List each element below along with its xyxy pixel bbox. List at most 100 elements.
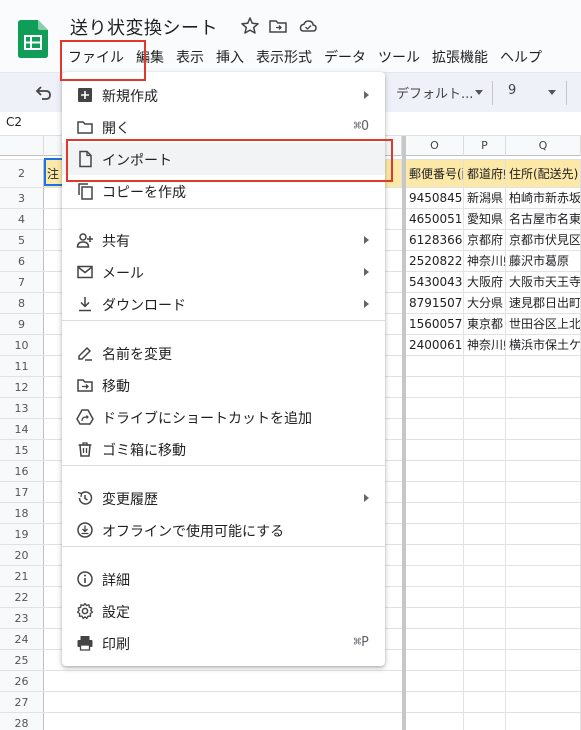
cell-o[interactable]	[406, 587, 464, 607]
cell-o[interactable]: 5430043	[406, 272, 464, 292]
cell-q[interactable]	[506, 671, 581, 691]
cell-q[interactable]	[506, 608, 581, 628]
row-number[interactable]: 26	[0, 671, 44, 691]
cell-p[interactable]	[464, 419, 506, 439]
menu-format[interactable]: 表示形式	[250, 44, 318, 68]
cell-p[interactable]	[464, 692, 506, 712]
row-number[interactable]: 12	[0, 377, 44, 397]
cell-q[interactable]: 京都市伏見区	[506, 230, 581, 250]
menu-item-share[interactable]: 共有	[62, 224, 385, 256]
header-cell-o[interactable]: 郵便番号(配	[406, 160, 464, 187]
cell-q[interactable]	[506, 692, 581, 712]
cell-o[interactable]	[406, 608, 464, 628]
cell-p[interactable]	[464, 503, 506, 523]
row-number[interactable]: 24	[0, 629, 44, 649]
menu-edit[interactable]: 編集	[130, 44, 170, 68]
cell-q[interactable]	[506, 503, 581, 523]
row-number[interactable]: 28	[0, 713, 44, 730]
cell-o[interactable]: 4650051	[406, 209, 464, 229]
undo-icon[interactable]	[32, 82, 54, 104]
row-number[interactable]: 5	[0, 230, 44, 250]
row-number[interactable]: 14	[0, 419, 44, 439]
font-size-caret-icon[interactable]	[548, 90, 556, 95]
row-number[interactable]: 27	[0, 692, 44, 712]
cell-q[interactable]	[506, 566, 581, 586]
row-number[interactable]: 13	[0, 398, 44, 418]
row-number[interactable]: 4	[0, 209, 44, 229]
menu-file[interactable]: ファイル	[62, 44, 130, 68]
cell-q[interactable]	[506, 440, 581, 460]
cell-p[interactable]: 神奈川県	[464, 335, 506, 355]
cell-q[interactable]: 柏崎市新赤坂	[506, 188, 581, 208]
cell-q[interactable]	[506, 482, 581, 502]
cell-q[interactable]: 世田谷区上北	[506, 314, 581, 334]
cell-p[interactable]	[464, 440, 506, 460]
cell-p[interactable]: 神奈川県	[464, 251, 506, 271]
name-box[interactable]: C2	[6, 115, 22, 129]
menu-item-open[interactable]: 開く ⌘O	[62, 111, 385, 143]
row-number[interactable]: 7	[0, 272, 44, 292]
cell-o[interactable]	[406, 398, 464, 418]
cell-p[interactable]	[464, 608, 506, 628]
cell-o[interactable]	[406, 650, 464, 670]
cell-p[interactable]	[464, 587, 506, 607]
cell-p[interactable]: 京都府	[464, 230, 506, 250]
cell-o[interactable]	[406, 377, 464, 397]
cell-q[interactable]: 大阪市天王寺	[506, 272, 581, 292]
row-number[interactable]: 22	[0, 587, 44, 607]
font-family-select[interactable]: デフォルト...	[396, 83, 473, 102]
cell-q[interactable]	[506, 650, 581, 670]
cell-o[interactable]	[406, 629, 464, 649]
cell-p[interactable]	[464, 545, 506, 565]
font-dropdown-caret-icon[interactable]	[475, 90, 483, 95]
cell-o[interactable]: 6128366	[406, 230, 464, 250]
menu-tools[interactable]: ツール	[372, 44, 426, 68]
cell-o[interactable]	[406, 524, 464, 544]
menu-item-move[interactable]: 移動	[62, 369, 385, 401]
menu-item-print[interactable]: 印刷 ⌘P	[62, 627, 385, 659]
menu-item-trash[interactable]: ゴミ箱に移動	[62, 433, 385, 465]
row-number[interactable]: 2	[0, 160, 44, 187]
menu-item-import[interactable]: インポート	[62, 143, 385, 175]
cell-p[interactable]: 東京都	[464, 314, 506, 334]
cell-p[interactable]	[464, 650, 506, 670]
cell-o[interactable]	[406, 461, 464, 481]
cell-o[interactable]: 2520822	[406, 251, 464, 271]
menu-data[interactable]: データ	[318, 44, 372, 68]
menu-item-offline[interactable]: オフラインで使用可能にする	[62, 514, 385, 546]
cell-q[interactable]: 速見郡日出町	[506, 293, 581, 313]
menu-view[interactable]: 表示	[170, 44, 210, 68]
cell-q[interactable]	[506, 398, 581, 418]
cell-p[interactable]	[464, 482, 506, 502]
cell-p[interactable]	[464, 671, 506, 691]
cell-o[interactable]	[406, 692, 464, 712]
row-number[interactable]: 21	[0, 566, 44, 586]
column-header-o[interactable]: O	[406, 136, 464, 156]
cell-q[interactable]	[506, 587, 581, 607]
cell-o[interactable]: 9450845	[406, 188, 464, 208]
cell-q[interactable]	[506, 461, 581, 481]
row-number[interactable]: 10	[0, 335, 44, 355]
cell-o[interactable]: 2400061	[406, 335, 464, 355]
menu-item-email[interactable]: メール	[62, 256, 385, 288]
cell-o[interactable]: 8791507	[406, 293, 464, 313]
cell-q[interactable]: 藤沢市葛原	[506, 251, 581, 271]
menu-help[interactable]: ヘルプ	[494, 44, 548, 68]
cell-p[interactable]	[464, 377, 506, 397]
cell-q[interactable]	[506, 419, 581, 439]
cell-p[interactable]	[464, 566, 506, 586]
cell-p[interactable]	[464, 524, 506, 544]
cell-p[interactable]	[464, 629, 506, 649]
cell-o[interactable]	[406, 671, 464, 691]
cell-o[interactable]: 1560057	[406, 314, 464, 334]
row-number[interactable]: 8	[0, 293, 44, 313]
menu-item-download[interactable]: ダウンロード	[62, 288, 385, 320]
cell-q[interactable]	[506, 545, 581, 565]
cell-o[interactable]	[406, 545, 464, 565]
row-number[interactable]: 15	[0, 440, 44, 460]
sheets-logo-icon[interactable]	[18, 20, 48, 58]
cell-o[interactable]	[406, 419, 464, 439]
cell-q[interactable]	[506, 713, 581, 730]
cell-o[interactable]	[406, 482, 464, 502]
document-title[interactable]: 送り状変換シート	[70, 14, 218, 40]
